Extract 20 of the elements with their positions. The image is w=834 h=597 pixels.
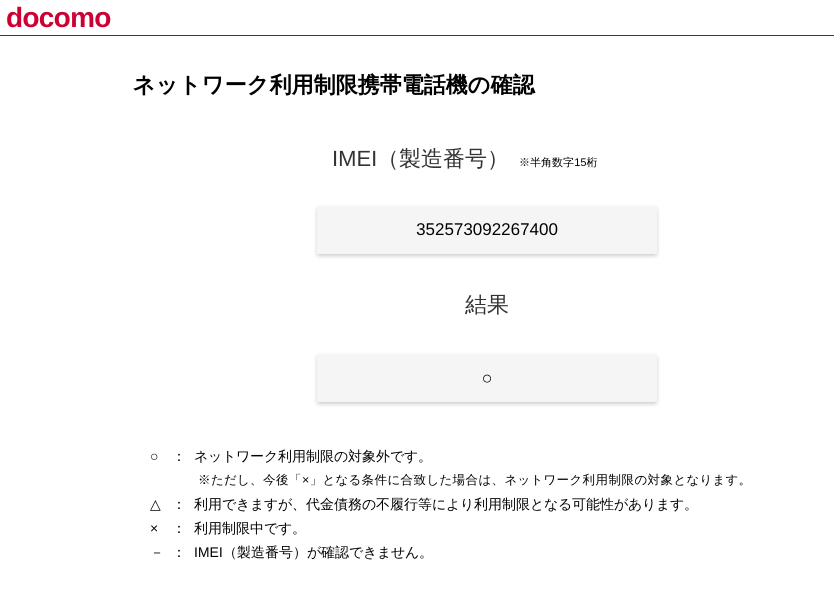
legend-symbol: △ [150,495,162,514]
imei-hint: ※半角数字15桁 [519,156,598,171]
imei-label: IMEI（製造番号） [332,145,510,173]
imei-field[interactable]: 352573092267400 [317,206,657,254]
legend-separator: ： [172,519,187,538]
result-label: 結果 [465,291,509,319]
legend-text: 利用できますが、代金債務の不履行等により利用制限となる可能性があります。 [194,495,698,514]
result-field: ○ [317,354,657,402]
page-title: ネットワーク利用制限携帯電話機の確認 [133,71,536,99]
legend-text: 利用制限中です。 [194,519,306,538]
legend-symbol: － [150,543,165,562]
legend-text: IMEI（製造番号）が確認できません。 [194,543,433,562]
legend-separator: ： [172,447,187,466]
logo[interactable]: docomo [6,2,111,34]
legend-symbol: × [150,519,160,538]
legend-separator: ： [172,495,187,514]
legend-note: ※ただし、今後「×」となる条件に合致した場合は、ネットワーク利用制限の対象となります。 [198,472,752,489]
legend-symbol: ○ [150,447,160,466]
legend-separator: ： [172,543,187,562]
legend-text: ネットワーク利用制限の対象外です。 [194,447,432,466]
